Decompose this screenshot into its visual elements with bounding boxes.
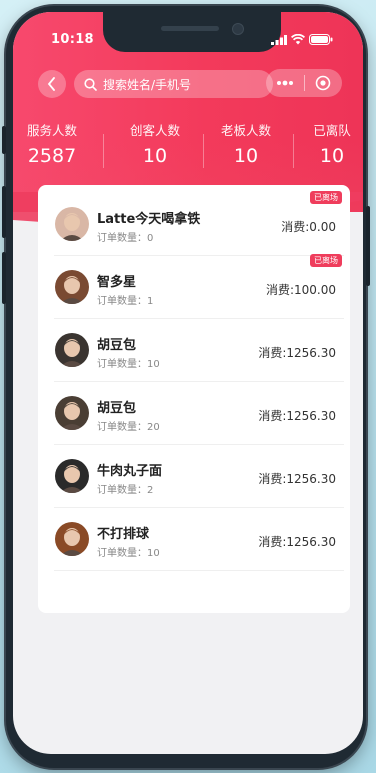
list-item[interactable]: 不打排球订单数量：10 消费:1256.30: [38, 508, 350, 571]
more-dots-icon: [276, 80, 293, 86]
search-icon: [84, 77, 97, 91]
order-count: 订单数量：1: [97, 296, 154, 307]
stat-value: 10: [233, 145, 259, 167]
stat-label: 老板人数: [220, 123, 271, 138]
target-close-icon: [315, 75, 331, 91]
volume-up-button: [2, 186, 6, 238]
volume-down-button: [2, 252, 6, 304]
search-bar: 搜索姓名/手机号: [38, 69, 273, 99]
order-count: 订单数量：0: [97, 233, 154, 244]
speaker: [161, 26, 219, 31]
power-button: [366, 206, 370, 286]
member-name: 智多星: [97, 275, 137, 290]
status-badge: 已离场: [310, 254, 342, 267]
avatar: [55, 522, 89, 556]
stat-label: 服务人数: [26, 123, 77, 138]
stat-value: 2587: [27, 145, 77, 167]
spend-amount: 消费:1256.30: [258, 409, 336, 423]
order-count: 订单数量：2: [97, 485, 154, 496]
search-input[interactable]: 搜索姓名/手机号: [74, 70, 273, 98]
signal-icon: [271, 34, 287, 45]
screen: 10:18 搜索姓名/手机号 服务人数 2587 创客人数 10 老板人数 10…: [13, 12, 363, 754]
back-button[interactable]: [38, 70, 66, 98]
spend-amount: 消费:0.00: [281, 220, 336, 234]
avatar: [55, 270, 89, 304]
close-miniprogram-button[interactable]: [305, 75, 343, 91]
mute-switch: [2, 126, 6, 154]
stat-divider: [203, 134, 204, 168]
spend-amount: 消费:1256.30: [258, 346, 336, 360]
avatar: [55, 333, 89, 367]
spend-amount: 消费:1256.30: [258, 535, 336, 549]
stats-bar: 服务人数 2587 创客人数 10 老板人数 10 已离队 10: [13, 120, 363, 180]
status-time: 10:18: [51, 32, 94, 47]
order-count: 订单数量：10: [97, 359, 160, 370]
member-name: 胡豆包: [97, 338, 137, 353]
status-icons: [271, 34, 333, 45]
wifi-icon: [291, 34, 305, 45]
mini-program-capsule: [266, 69, 342, 97]
stat-left-team[interactable]: 已离队 10: [292, 120, 363, 167]
list-item[interactable]: 已离场智多星订单数量：1 消费:100.00: [38, 254, 350, 319]
more-button[interactable]: [266, 80, 304, 86]
camera: [232, 23, 244, 35]
stat-maker[interactable]: 创客人数 10: [115, 120, 195, 167]
notch: [103, 12, 281, 52]
chevron-left-icon: [47, 77, 55, 91]
stat-divider: [103, 134, 104, 168]
spend-amount: 消费:1256.30: [258, 472, 336, 486]
row-divider: [54, 570, 344, 571]
order-count: 订单数量：10: [97, 548, 160, 559]
avatar: [55, 207, 89, 241]
avatar: [55, 396, 89, 430]
stat-label: 创客人数: [129, 123, 180, 138]
status-badge: 已离场: [310, 191, 342, 204]
member-name: Latte今天喝拿铁: [97, 212, 201, 227]
list-item[interactable]: 已离场 Latte今天喝拿铁订单数量：0 消费:0.00: [38, 191, 350, 256]
stat-boss[interactable]: 老板人数 10: [206, 120, 286, 167]
order-count: 订单数量：20: [97, 422, 160, 433]
member-name: 不打排球: [97, 527, 150, 542]
search-placeholder: 搜索姓名/手机号: [103, 77, 192, 92]
member-name: 胡豆包: [97, 401, 137, 416]
member-list: 已离场 Latte今天喝拿铁订单数量：0 消费:0.00 已离场智多星订单数量：1 消费…: [38, 185, 350, 613]
stat-label: 已离队: [313, 123, 351, 138]
stat-value: 10: [319, 145, 345, 167]
stat-service[interactable]: 服务人数 2587: [13, 120, 92, 167]
spend-amount: 消费:100.00: [265, 283, 336, 297]
avatar: [55, 459, 89, 493]
list-item[interactable]: 牛肉丸子面订单数量：2 消费:1256.30: [38, 445, 350, 508]
battery-icon: [309, 34, 333, 45]
list-item[interactable]: 胡豆包订单数量：10 消费:1256.30: [38, 319, 350, 382]
list-item[interactable]: 胡豆包订单数量：20 消费:1256.30: [38, 382, 350, 445]
stat-value: 10: [142, 145, 168, 167]
member-name: 牛肉丸子面: [97, 464, 163, 479]
